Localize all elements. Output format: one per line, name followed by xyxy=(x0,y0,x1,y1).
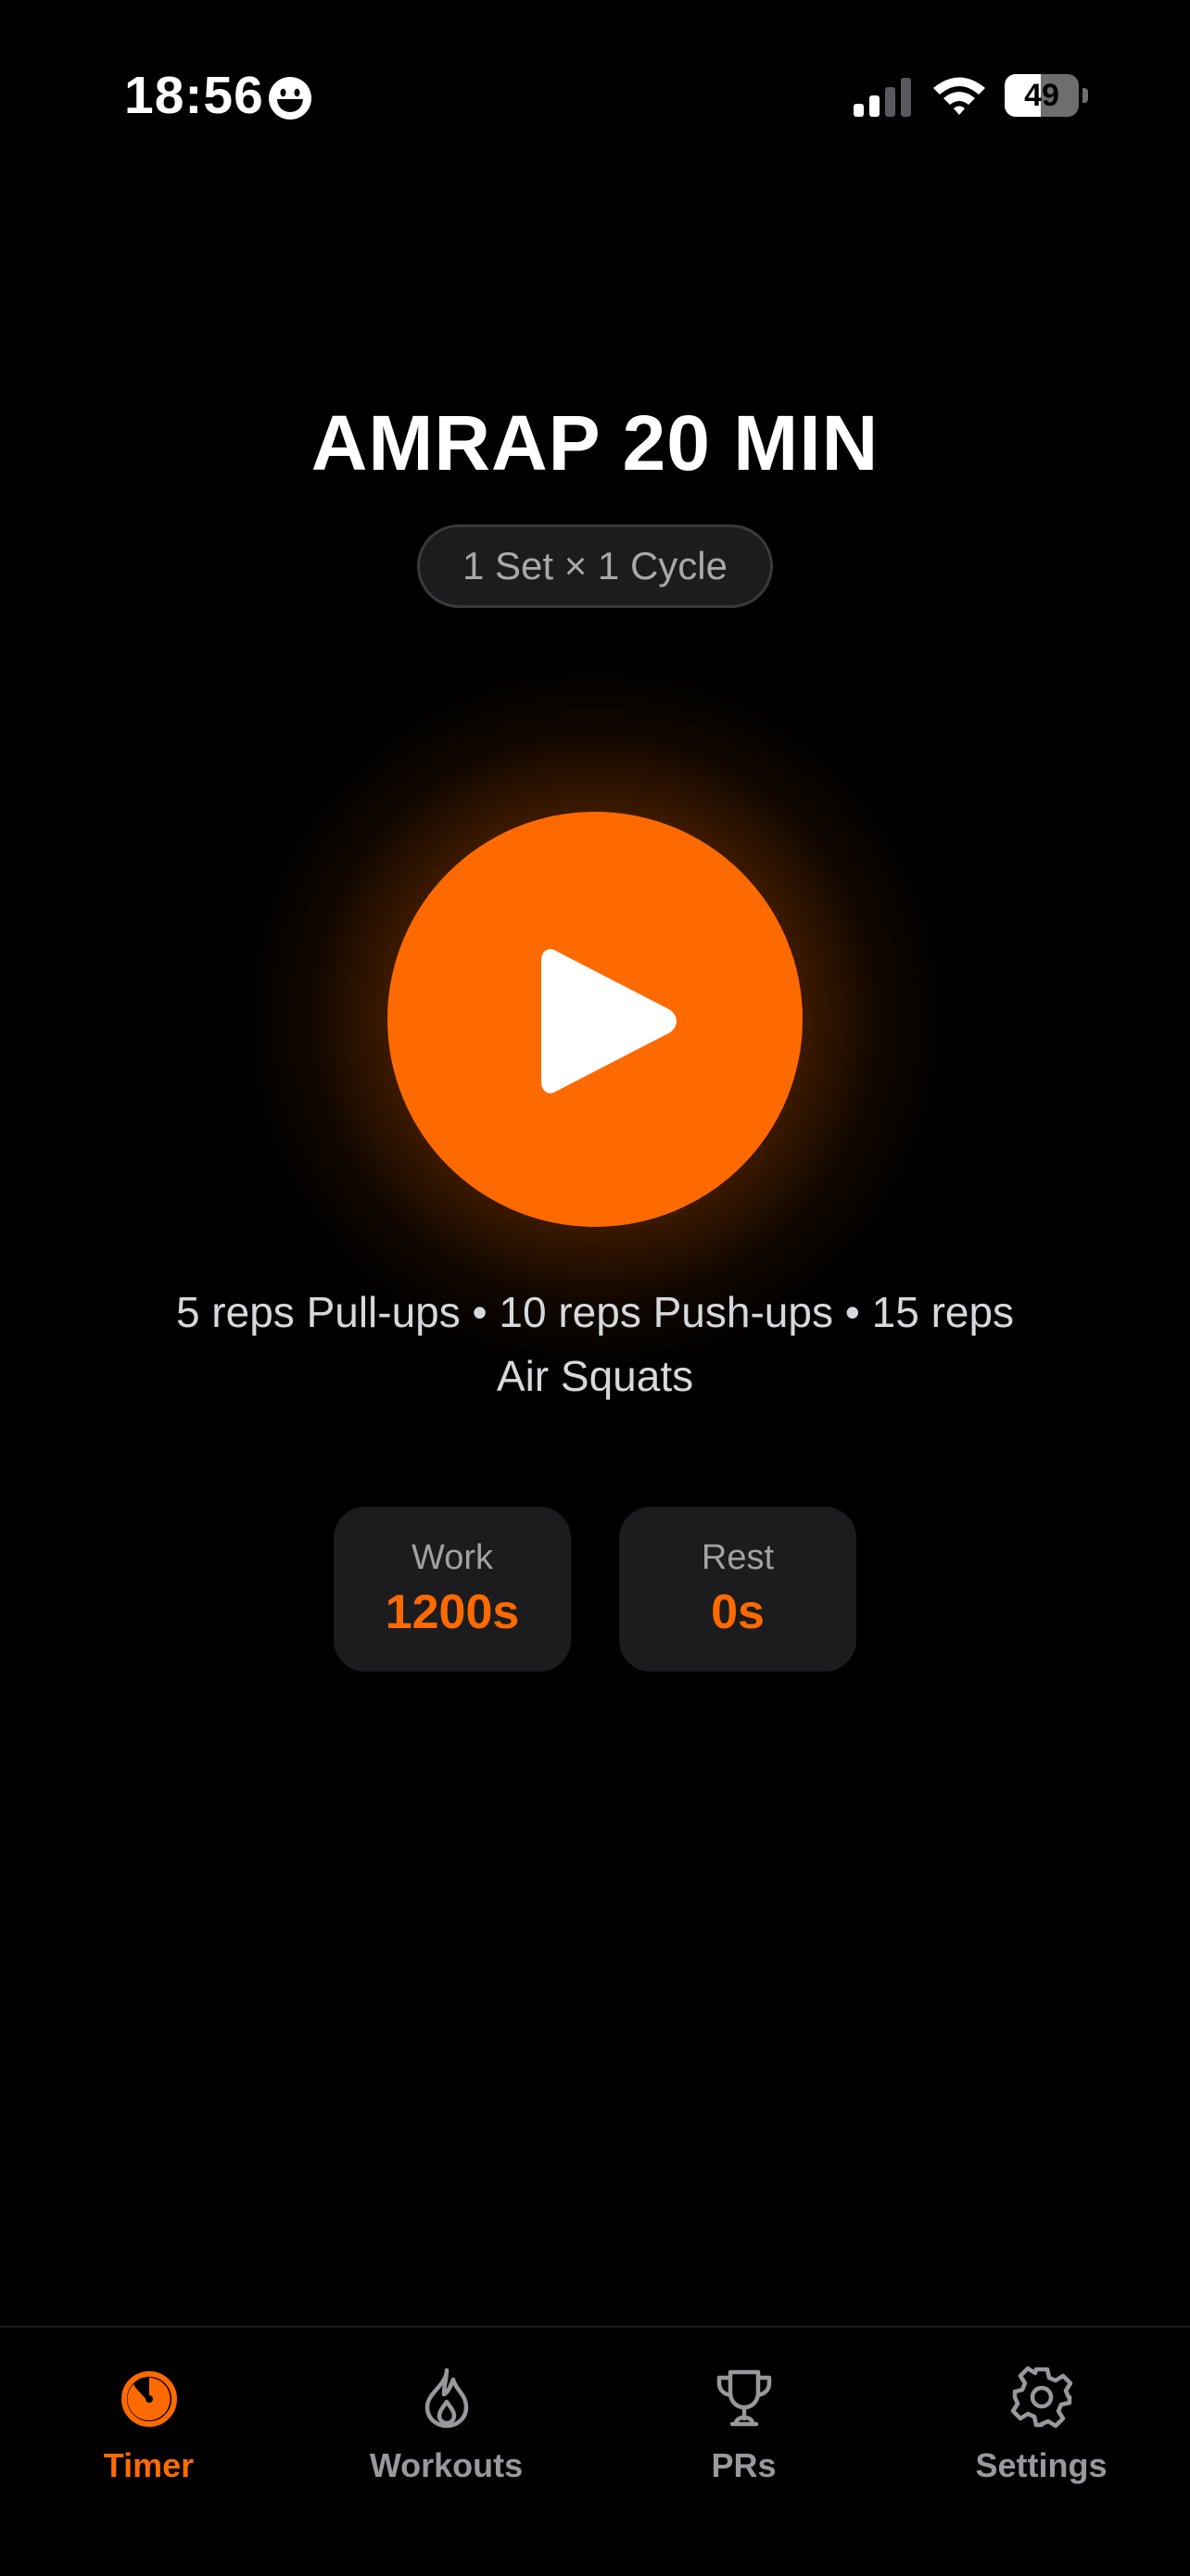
tab-bar: Timer Workouts PRs Settings xyxy=(0,2326,1190,2576)
sets-cycles-badge[interactable]: 1 Set × 1 Cycle xyxy=(417,524,773,608)
timer-icon xyxy=(121,2371,177,2427)
trophy-icon xyxy=(716,2369,772,2427)
status-bar: 18:56 49 xyxy=(0,0,1190,195)
battery-indicator: 49 xyxy=(1005,74,1090,117)
workout-description: 5 reps Pull-ups • 10 reps Push-ups • 15 … xyxy=(175,1288,1015,1400)
start-timer-button[interactable] xyxy=(387,812,803,1227)
tab-settings[interactable]: Settings xyxy=(892,2328,1190,2513)
work-value: 1200s xyxy=(385,1585,520,1639)
tab-timer-label: Timer xyxy=(103,2446,195,2484)
cellular-signal-icon xyxy=(854,78,911,117)
tab-prs[interactable]: PRs xyxy=(595,2328,892,2513)
rest-label: Rest xyxy=(701,1538,775,1577)
rest-stat-card: Rest 0s xyxy=(619,1507,856,1672)
tab-timer[interactable]: Timer xyxy=(0,2328,298,2513)
workout-title: AMRAP 20 MIN xyxy=(310,399,880,486)
play-icon xyxy=(541,949,677,1093)
work-stat-card: Work 1200s xyxy=(334,1507,571,1672)
status-time: 18:56 xyxy=(124,66,264,125)
flame-icon xyxy=(424,2368,469,2429)
gear-icon xyxy=(1010,2366,1073,2429)
work-label: Work xyxy=(411,1538,493,1577)
tab-workouts-label: Workouts xyxy=(369,2446,524,2484)
tab-settings-label: Settings xyxy=(975,2446,1108,2484)
tab-workouts[interactable]: Workouts xyxy=(298,2328,595,2513)
tab-prs-label: PRs xyxy=(711,2446,777,2484)
smiley-face-icon xyxy=(269,77,311,120)
rest-value: 0s xyxy=(711,1585,765,1639)
battery-level: 49 xyxy=(1024,78,1059,113)
wifi-icon xyxy=(933,77,985,115)
